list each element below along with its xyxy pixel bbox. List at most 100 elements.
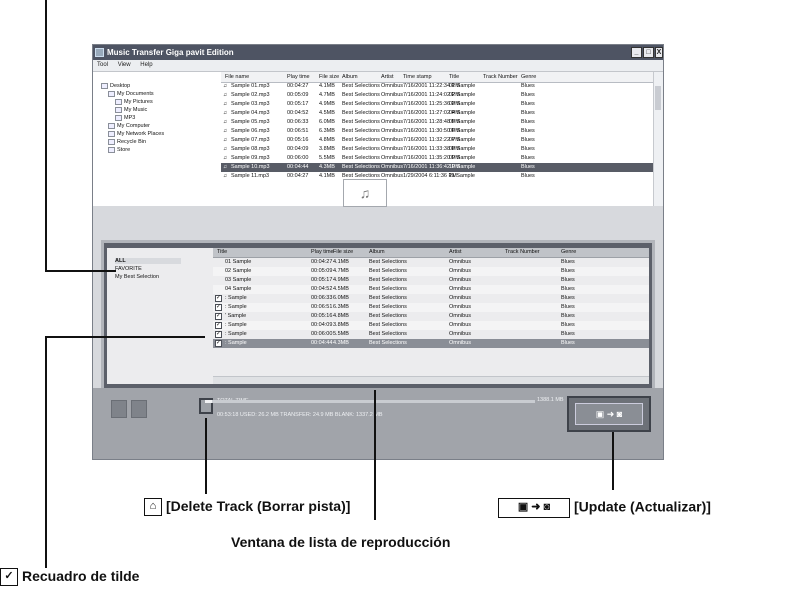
playlist-cell: Best Selections xyxy=(369,259,407,265)
file-cell: 00:06:33 xyxy=(287,119,309,125)
file-row[interactable]: Sample 04.mp3 00:04:52 4.5MB Best Selection… xyxy=(221,109,655,118)
playlist-cell: Omnibus xyxy=(449,268,472,274)
playlist-cell: Best Selections xyxy=(369,277,407,283)
file-row[interactable]: Sample 03.mp3 00:05:17 4.9MB Best Selection… xyxy=(221,100,655,109)
playlist-column-header[interactable]: Album xyxy=(369,249,385,255)
checkbox-icon: ✓ xyxy=(0,568,18,587)
tree-node-label: My Documents xyxy=(117,91,154,97)
playlist-row[interactable]: ✓: Sample 00:04:09 3.8MB Best Selections Omn… xyxy=(213,321,649,330)
file-cell: Blues xyxy=(521,137,535,143)
playlist-cell: : Sample xyxy=(225,340,247,346)
playlist-row[interactable]: ✓ ' Sample 00:05:16 4.8MB Best Selections Omn… xyxy=(213,312,649,321)
file-column-header[interactable]: Title xyxy=(449,74,459,80)
menu-tool[interactable]: Tool xyxy=(97,62,108,68)
update-button[interactable]: ▣ ➜ ◙ xyxy=(575,403,643,425)
track-checkbox[interactable]: ✓ xyxy=(215,340,222,347)
folder-icon xyxy=(108,130,115,137)
playlist-row[interactable]: 02 Sample 00:05:09 4.7MB Best Selections Omn… xyxy=(213,267,649,276)
device-sync-icon: ▣ ➜ ◙ xyxy=(595,409,623,419)
playlist-row[interactable]: ✓: Sample 00:06:00 5.5MB Best Selections Omn… xyxy=(213,330,649,339)
playlist-column-header[interactable]: Title xyxy=(217,249,227,255)
track-checkbox[interactable]: ✓ xyxy=(215,304,222,311)
file-row[interactable]: Sample 05.mp3 00:06:33 6.0MB Best Selection… xyxy=(221,118,655,127)
file-row[interactable]: Sample 10.mp3 00:04:44 4.3MB Best Selection… xyxy=(221,163,655,172)
playlist-cell: 02 Sample xyxy=(225,268,252,274)
tree-node[interactable]: Store xyxy=(108,146,130,154)
playlist-column-header[interactable]: Genre xyxy=(561,249,576,255)
playlist-row[interactable]: 01 Sample 00:04:27 4.1MB Best Selections Omn… xyxy=(213,258,649,267)
tree-node[interactable]: My Music xyxy=(115,106,147,114)
file-cell: 4.5MB xyxy=(319,110,335,116)
playlist-row[interactable]: 04 Sample 00:04:52 4.5MB Best Selections Omn… xyxy=(213,285,649,294)
file-column-header[interactable]: Time stamp xyxy=(403,74,432,80)
minimize-button[interactable]: _ xyxy=(631,47,642,58)
file-row[interactable]: Sample 06.mp3 00:06:51 6.3MB Best Selection… xyxy=(221,127,655,136)
file-row[interactable]: Sample 08.mp3 00:04:09 3.8MB Best Selection… xyxy=(221,145,655,154)
playlist-item[interactable]: My Best Selection xyxy=(115,274,159,280)
playlist-item[interactable]: FAVORITE xyxy=(115,266,142,272)
device-icon[interactable] xyxy=(111,400,127,418)
tree-node-label: MP3 xyxy=(124,115,136,121)
track-checkbox[interactable]: ✓ xyxy=(215,322,222,329)
file-cell: Omnibus xyxy=(381,164,404,170)
file-cell: 06 Sample xyxy=(449,128,476,134)
track-checkbox[interactable]: ✓ xyxy=(215,313,222,320)
playlist-cell: Omnibus xyxy=(449,340,472,346)
file-column-header[interactable]: Album xyxy=(342,74,358,80)
file-cell: Omnibus xyxy=(381,101,404,107)
tree-node[interactable]: My Documents xyxy=(108,90,154,98)
file-column-header[interactable]: Play time xyxy=(287,74,310,80)
tree-node[interactable]: Desktop xyxy=(101,82,130,90)
playlist-hscrollbar[interactable] xyxy=(213,376,649,384)
playlist-window: ALL FAVORITE My Best Selection Title Play t… xyxy=(101,240,655,392)
file-row[interactable]: Sample 02.mp3 00:05:09 4.7MB Best Selection… xyxy=(221,91,655,100)
file-row[interactable]: Sample 01.mp3 00:04:27 4.1MB Best Selection… xyxy=(221,82,655,91)
playlist-column-header[interactable]: Track Number xyxy=(505,249,540,255)
file-column-header[interactable]: File size xyxy=(319,74,339,80)
update-button-frame: ▣ ➜ ◙ xyxy=(567,396,651,432)
maximize-button[interactable]: □ xyxy=(643,47,654,58)
playlist-item[interactable]: ALL xyxy=(115,258,181,264)
file-column-header[interactable]: Artist xyxy=(381,74,394,80)
tree-node[interactable]: My Computer xyxy=(108,122,150,130)
playlist-table[interactable]: Title Play time File size Album Artist Track … xyxy=(213,248,649,384)
playlist-column-header[interactable]: File size xyxy=(333,249,353,255)
tree-node[interactable]: MP3 xyxy=(115,114,135,122)
playlist-column-header[interactable]: Artist xyxy=(449,249,462,255)
tree-node[interactable]: Recycle Bin xyxy=(108,138,146,146)
file-column-header[interactable]: File name xyxy=(225,74,249,80)
playlist-row[interactable]: 03 Sample 00:05:17 4.9MB Best Selections Omn… xyxy=(213,276,649,285)
file-table-scrollbar[interactable] xyxy=(653,72,663,206)
playlist-row[interactable]: ✓: Sample 00:06:51 6.3MB Best Selections Omn… xyxy=(213,303,649,312)
file-row[interactable]: Sample 07.mp3 00:05:16 4.8MB Best Selection… xyxy=(221,136,655,145)
close-button[interactable]: X xyxy=(655,47,663,58)
file-row[interactable]: Sample 11.mp3 00:04:27 4.1MB Best Selection… xyxy=(221,172,655,181)
track-checkbox[interactable]: ✓ xyxy=(215,295,222,302)
menu-view[interactable]: View xyxy=(118,62,131,68)
playlist-cell: Omnibus xyxy=(449,331,472,337)
file-cell: 3.8MB xyxy=(319,146,335,152)
file-cell: Best Selections xyxy=(342,92,380,98)
file-column-header[interactable]: Track Number xyxy=(483,74,518,80)
file-cell: 4.1MB xyxy=(319,173,335,179)
menu-help[interactable]: Help xyxy=(140,62,152,68)
tree-node[interactable]: My Network Places xyxy=(108,130,164,138)
lock-icon[interactable] xyxy=(131,400,147,418)
folder-tree[interactable]: Desktop My Documents My Pictures My Music MP… xyxy=(95,72,219,206)
track-checkbox[interactable]: ✓ xyxy=(215,331,222,338)
file-cell: Best Selections xyxy=(342,110,380,116)
scroll-thumb[interactable] xyxy=(655,86,661,110)
tree-node[interactable]: My Pictures xyxy=(115,98,153,106)
music-note-icon: ♫ xyxy=(223,164,228,170)
playlist-row[interactable]: ✓: Sample 00:06:33 6.0MB Best Selections Omn… xyxy=(213,294,649,303)
file-name-cell: Sample 05.mp3 xyxy=(231,119,270,125)
transfer-to-playlist-button[interactable]: ♫ xyxy=(343,179,387,207)
file-column-header[interactable]: Genre xyxy=(521,74,536,80)
music-note-icon: ♫ xyxy=(223,137,228,143)
playlist-column-header[interactable]: Play time xyxy=(311,249,334,255)
playlist-row[interactable]: ✓: Sample 00:04:44 4.3MB Best Selections Omn… xyxy=(213,339,649,348)
file-cell: 4.7MB xyxy=(319,92,335,98)
file-row[interactable]: Sample 09.mp3 00:06:00 5.5MB Best Selection… xyxy=(221,154,655,163)
playlist-cell: Omnibus xyxy=(449,304,472,310)
file-table[interactable]: File name Play time File size Album Artist Ti… xyxy=(221,72,655,206)
